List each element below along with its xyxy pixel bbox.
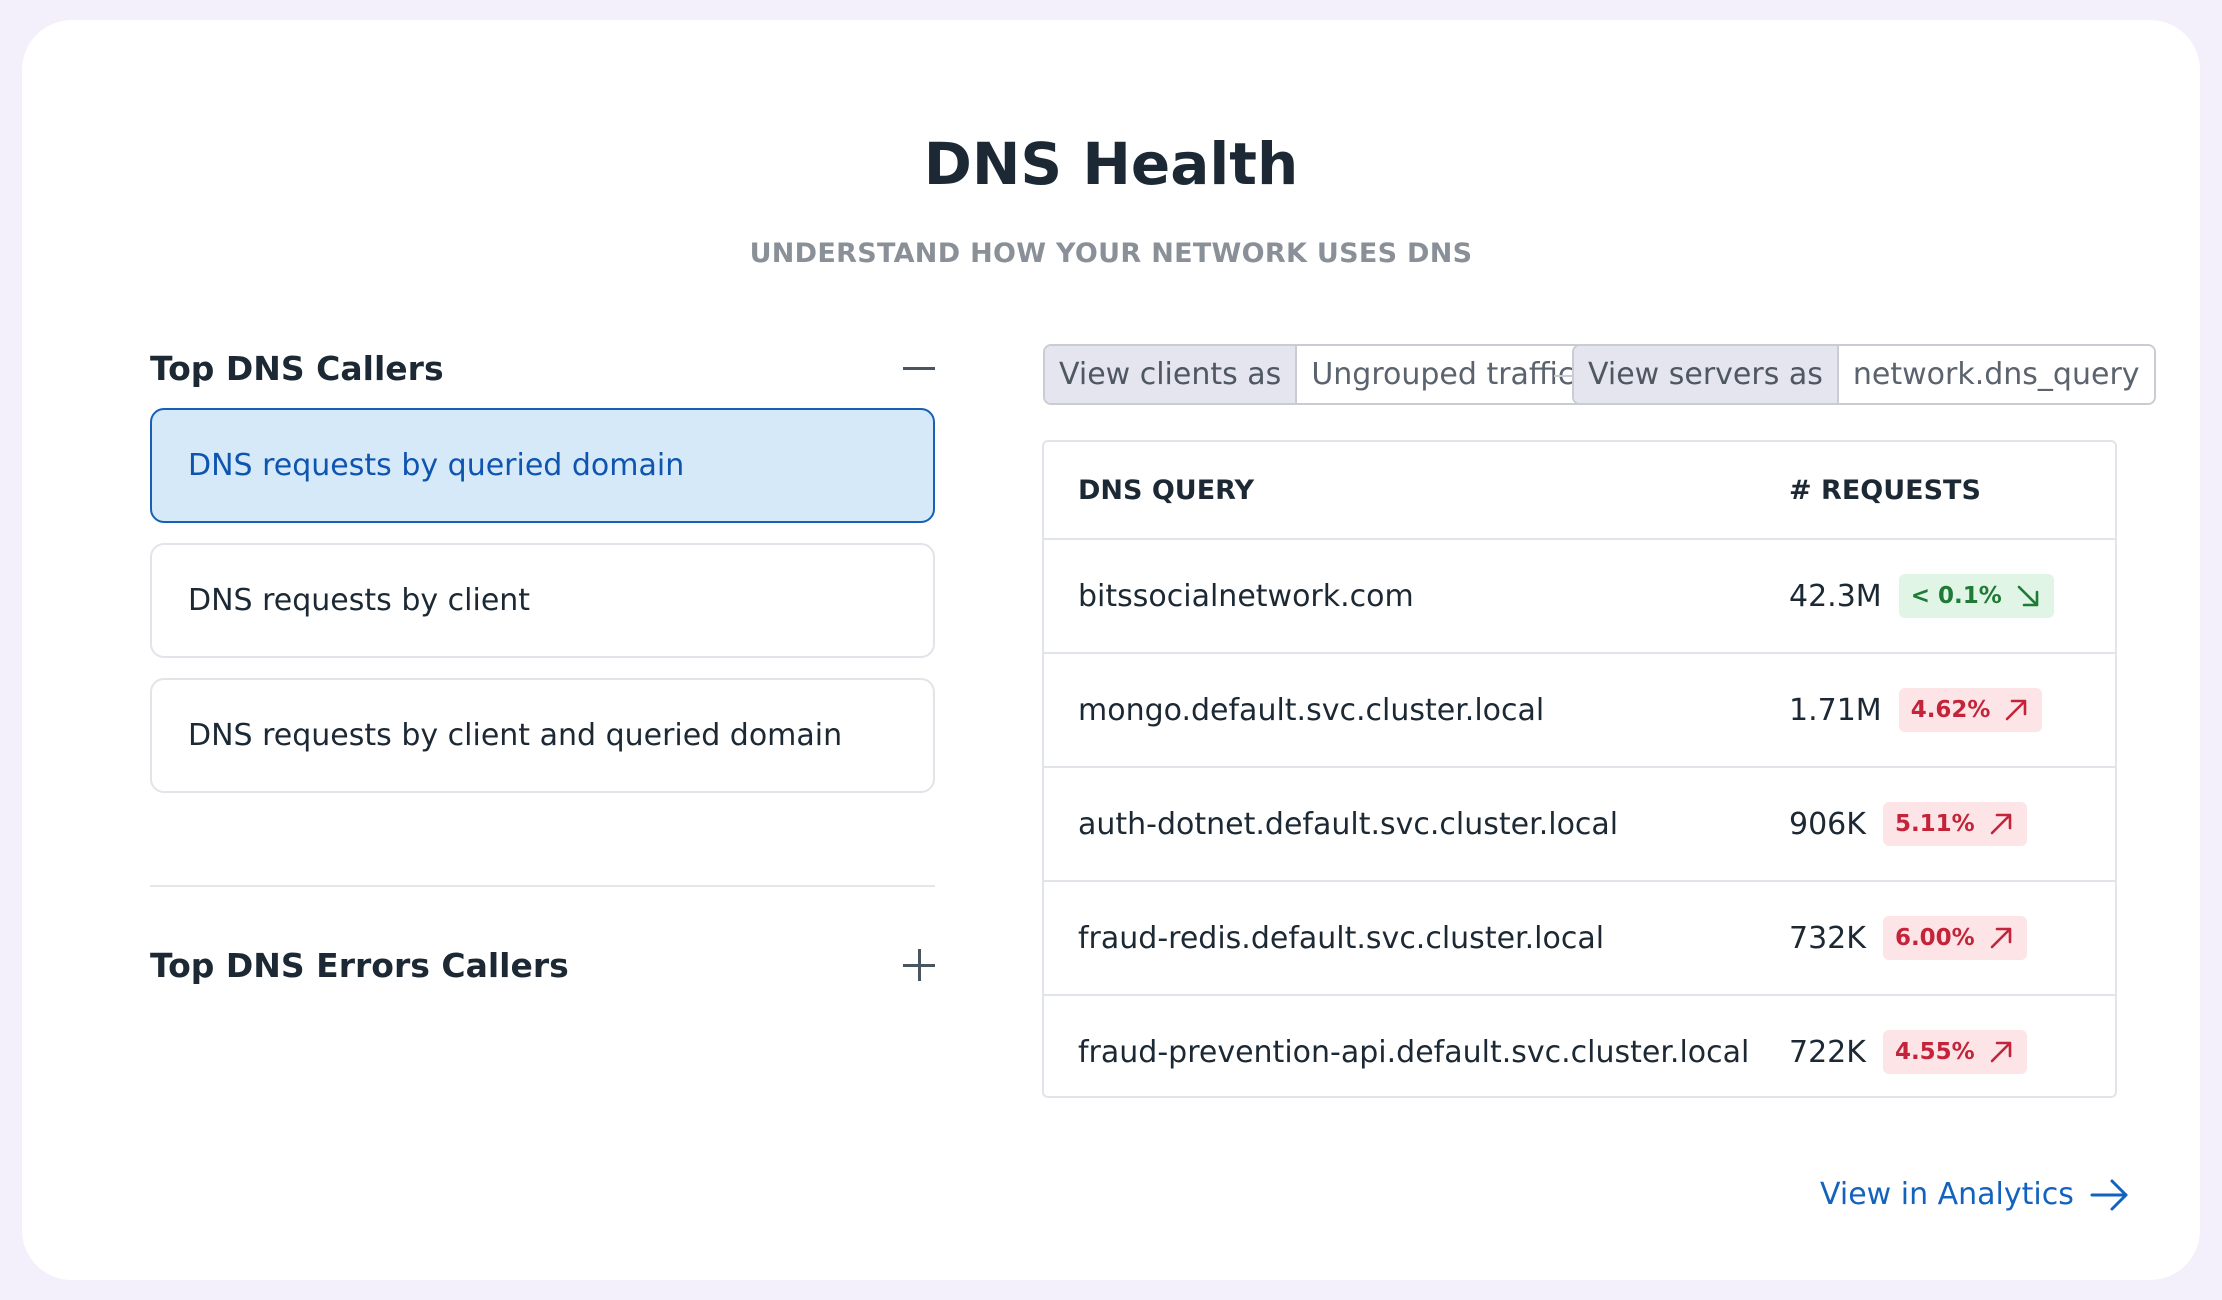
arrow-up-right-icon <box>1987 1038 2015 1066</box>
requests-count: 42.3M <box>1789 578 1882 614</box>
dns-query-cell: mongo.default.svc.cluster.local <box>1078 692 1545 728</box>
requests-count: 906K <box>1789 806 1866 842</box>
arrow-right-icon <box>2090 1178 2130 1212</box>
arrow-up-right-icon <box>1987 810 2015 838</box>
change-badge: 5.11% <box>1882 802 2027 846</box>
change-value: < 0.1% <box>1910 583 2002 609</box>
table-row[interactable]: auth-dotnet.default.svc.cluster.local 906… <box>1044 768 2115 882</box>
view-in-analytics-link[interactable]: View in Analytics <box>1820 1177 2130 1212</box>
change-value: 4.55% <box>1894 1039 1975 1065</box>
option-label: DNS requests by queried domain <box>188 448 685 483</box>
plus-icon[interactable] <box>903 949 935 981</box>
view-servers-value[interactable]: network.dns_query <box>1838 346 2154 403</box>
option-label: DNS requests by client and queried domai… <box>188 718 843 753</box>
page-subtitle: UNDERSTAND HOW YOUR NETWORK USES DNS <box>749 238 1473 269</box>
requests-cell: 42.3M < 0.1% <box>1789 574 2054 618</box>
view-clients-value[interactable]: Ungrouped traffic <box>1297 346 1589 403</box>
requests-cell: 732K 6.00% <box>1789 916 2027 960</box>
section-title: Top DNS Errors Callers <box>150 945 569 985</box>
section-top-dns-callers-header[interactable]: Top DNS Callers <box>150 338 935 398</box>
dns-query-cell: fraud-redis.default.svc.cluster.local <box>1078 920 1605 956</box>
selector-connector <box>1554 375 1574 377</box>
view-in-analytics-label: View in Analytics <box>1820 1177 2074 1212</box>
view-clients-label: View clients as <box>1045 346 1298 403</box>
column-header-dns-query[interactable]: DNS QUERY <box>1078 475 1254 506</box>
change-badge: 4.55% <box>1882 1030 2027 1074</box>
dns-query-cell: bitssocialnetwork.com <box>1078 578 1414 614</box>
dns-query-cell: auth-dotnet.default.svc.cluster.local <box>1078 806 1619 842</box>
view-servers-label: View servers as <box>1574 346 1839 403</box>
requests-count: 722K <box>1789 1034 1866 1070</box>
arrow-up-right-icon <box>2002 696 2030 724</box>
table-row[interactable]: fraud-redis.default.svc.cluster.local 732… <box>1044 882 2115 996</box>
requests-cell: 722K 4.55% <box>1789 1030 2027 1074</box>
section-title: Top DNS Callers <box>150 348 444 388</box>
requests-cell: 1.71M 4.62% <box>1789 688 2043 732</box>
change-value: 4.62% <box>1910 697 1991 723</box>
arrow-up-right-icon <box>1987 924 2015 952</box>
requests-cell: 906K 5.11% <box>1789 802 2027 846</box>
dns-health-card: DNS Health UNDERSTAND HOW YOUR NETWORK U… <box>22 20 2200 1280</box>
change-badge: < 0.1% <box>1898 574 2054 618</box>
table-row[interactable]: mongo.default.svc.cluster.local 1.71M 4.62… <box>1044 654 2115 768</box>
option-label: DNS requests by client <box>188 583 531 618</box>
option-requests-by-client-and-domain[interactable]: DNS requests by client and queried domai… <box>150 678 935 793</box>
change-badge: 4.62% <box>1898 688 2043 732</box>
requests-count: 732K <box>1789 920 1866 956</box>
page-title: DNS Health <box>923 130 1299 198</box>
section-top-dns-errors-callers-header[interactable]: Top DNS Errors Callers <box>150 935 935 995</box>
table-row[interactable]: fraud-prevention-api.default.svc.cluster… <box>1044 996 2115 1108</box>
table-header: DNS QUERY # REQUESTS <box>1044 442 2115 540</box>
minus-icon[interactable] <box>903 352 935 384</box>
dns-query-cell: fraud-prevention-api.default.svc.cluster… <box>1078 1034 1750 1070</box>
arrow-down-right-icon <box>2014 582 2042 610</box>
section-divider <box>150 885 935 887</box>
view-clients-selector[interactable]: View clients as Ungrouped traffic <box>1043 344 1591 405</box>
change-value: 6.00% <box>1894 925 1975 951</box>
change-badge: 6.00% <box>1882 916 2027 960</box>
option-requests-by-queried-domain[interactable]: DNS requests by queried domain <box>150 408 935 523</box>
change-value: 5.11% <box>1894 811 1975 837</box>
option-requests-by-client[interactable]: DNS requests by client <box>150 543 935 658</box>
view-servers-selector[interactable]: View servers as network.dns_query <box>1572 344 2156 405</box>
dns-query-table: DNS QUERY # REQUESTS bitssocialnetwork.c… <box>1042 440 2117 1098</box>
requests-count: 1.71M <box>1789 692 1882 728</box>
column-header-requests[interactable]: # REQUESTS <box>1789 475 1981 506</box>
table-row[interactable]: bitssocialnetwork.com 42.3M < 0.1% <box>1044 540 2115 654</box>
